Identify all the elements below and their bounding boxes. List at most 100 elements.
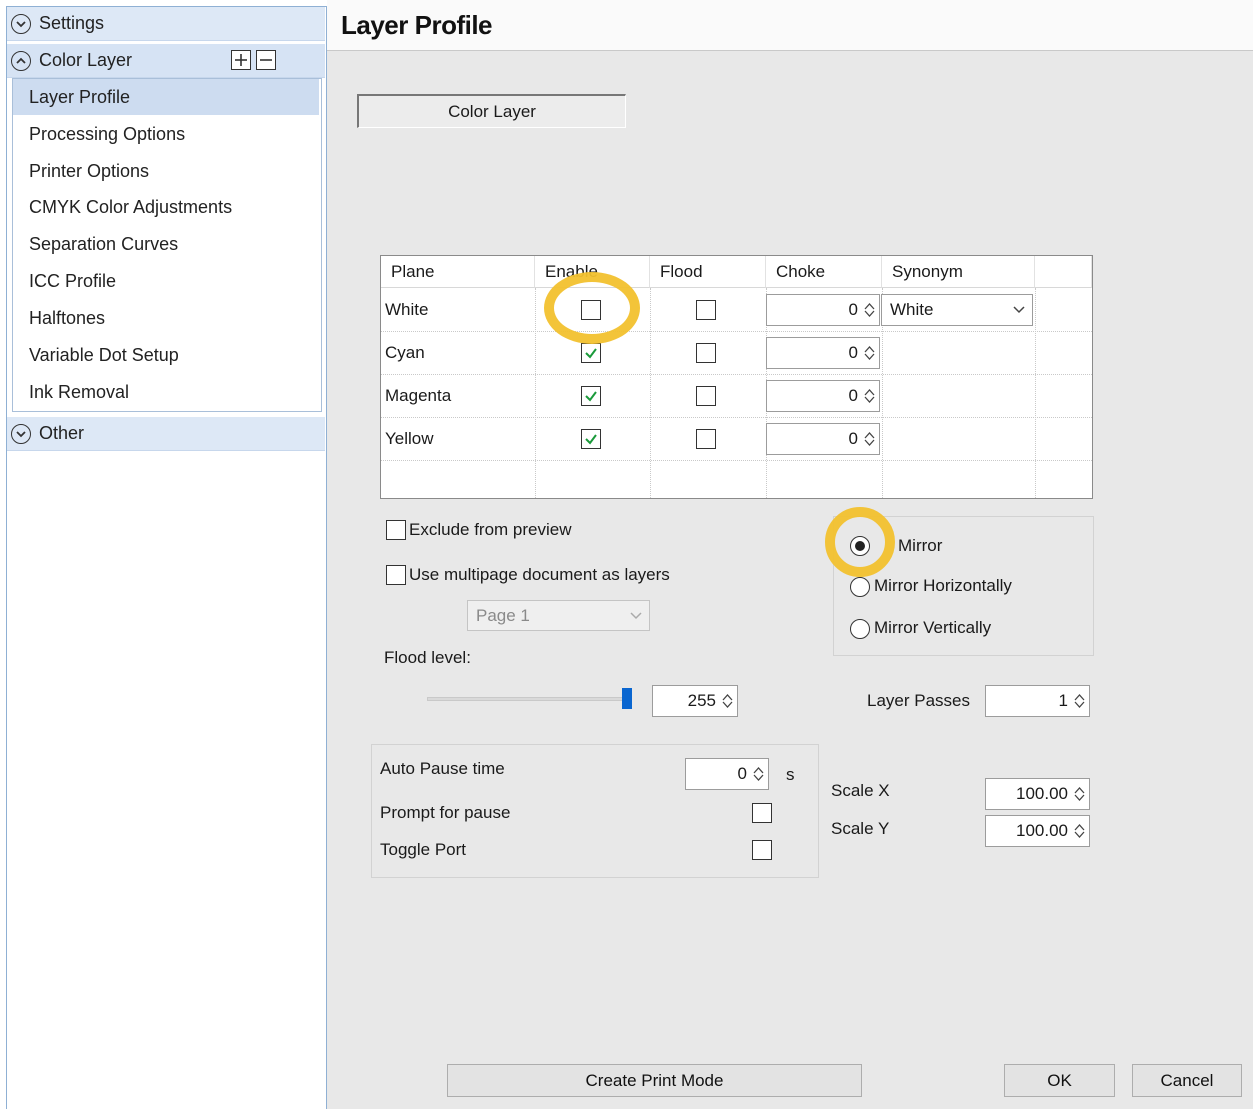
choke-spinner[interactable]: 0 <box>766 380 880 412</box>
settings-sidebar: Settings Color Layer Layer Profile Proce… <box>6 6 327 1109</box>
flood-level-slider-thumb[interactable] <box>622 688 632 709</box>
column-header-plane[interactable]: Plane <box>381 256 535 288</box>
spinner-arrows-icon[interactable] <box>861 296 877 324</box>
check-icon <box>585 434 597 445</box>
plane-name: Cyan <box>385 343 425 362</box>
spinner-arrows-icon[interactable] <box>1071 780 1087 808</box>
sidebar-item-icc-profile[interactable]: ICC Profile <box>13 263 319 299</box>
title-bar: Layer Profile <box>327 0 1253 51</box>
choke-value: 0 <box>848 386 858 405</box>
spinner-arrows-icon[interactable] <box>861 382 877 410</box>
chevron-down-icon[interactable] <box>11 13 31 34</box>
flood-checkbox[interactable] <box>696 300 716 320</box>
sidebar-item-layer-profile[interactable]: Layer Profile <box>13 79 319 115</box>
sidebar-item-processing-options[interactable]: Processing Options <box>13 116 319 152</box>
scale-x-spinner[interactable]: 100.00 <box>985 778 1090 810</box>
mirror-horizontally-label: Mirror Horizontally <box>874 576 1012 595</box>
settings-label: Settings <box>39 13 105 33</box>
toggle-port-label: Toggle Port <box>380 840 466 859</box>
multipage-label: Use multipage document as layers <box>409 565 670 584</box>
flood-level-label: Flood level: <box>384 648 471 667</box>
sidebar-item-separation-curves[interactable]: Separation Curves <box>13 226 319 262</box>
main-panel: Layer Profile Color Layer Plane Enable F… <box>327 0 1253 1109</box>
toggle-port-checkbox[interactable] <box>752 840 772 860</box>
chevron-down-icon[interactable] <box>11 423 31 444</box>
no-mirror-label: Mirror <box>898 536 943 555</box>
scale-y-spinner[interactable]: 100.00 <box>985 815 1090 847</box>
synonym-select[interactable]: White <box>881 294 1033 326</box>
ok-button[interactable]: OK <box>1004 1064 1115 1097</box>
column-header-synonym[interactable]: Synonym <box>882 256 1035 288</box>
sidebar-item-label: Layer Profile <box>29 86 131 107</box>
chevron-up-icon[interactable] <box>11 50 31 71</box>
choke-value: 0 <box>848 429 858 448</box>
grid-line <box>381 331 1092 332</box>
color-layer-section-header[interactable]: Color Layer <box>7 44 325 78</box>
grid-line <box>381 374 1092 375</box>
column-header-choke[interactable]: Choke <box>766 256 882 288</box>
add-layer-button[interactable] <box>231 50 251 70</box>
cancel-button[interactable]: Cancel <box>1132 1064 1242 1097</box>
sidebar-item-variable-dot-setup[interactable]: Variable Dot Setup <box>13 337 319 373</box>
multipage-checkbox[interactable] <box>386 565 406 585</box>
mirror-horizontally-radio[interactable] <box>850 577 870 597</box>
plane-name: Magenta <box>385 386 452 405</box>
prompt-pause-checkbox[interactable] <box>752 803 772 823</box>
flood-level-slider[interactable] <box>427 697 632 701</box>
column-header-flood[interactable]: Flood <box>650 256 766 288</box>
spinner-arrows-icon[interactable] <box>1071 817 1087 845</box>
spinner-arrows-icon[interactable] <box>861 425 877 453</box>
layer-passes-value: 1 <box>1058 691 1068 710</box>
highlight-circle <box>544 272 640 344</box>
sidebar-item-cmyk-color-adjustments[interactable]: CMYK Color Adjustments <box>13 189 319 225</box>
auto-pause-label: Auto Pause time <box>380 759 505 778</box>
enable-checkbox[interactable] <box>581 429 601 449</box>
auto-pause-value: 0 <box>737 764 747 783</box>
grid-line <box>650 288 651 498</box>
scale-x-value: 100.00 <box>1016 784 1068 803</box>
choke-spinner[interactable]: 0 <box>766 337 880 369</box>
choke-value: 0 <box>848 300 858 319</box>
chevron-down-icon <box>630 612 642 620</box>
page-title: Layer Profile <box>341 10 493 40</box>
spinner-arrows-icon[interactable] <box>719 687 735 715</box>
color-layer-items: Layer Profile Processing Options Printer… <box>12 78 322 412</box>
sidebar-item-label: Printer Options <box>29 160 150 181</box>
create-print-mode-button[interactable]: Create Print Mode <box>447 1064 862 1097</box>
spinner-arrows-icon[interactable] <box>861 339 877 367</box>
flood-checkbox[interactable] <box>696 386 716 406</box>
sidebar-item-halftones[interactable]: Halftones <box>13 300 319 336</box>
plane-name: White <box>385 300 429 319</box>
grid-line <box>1035 288 1036 498</box>
auto-pause-unit: s <box>786 765 795 784</box>
sidebar-item-label: Separation Curves <box>29 233 179 254</box>
sidebar-item-printer-options[interactable]: Printer Options <box>13 153 319 189</box>
check-icon <box>585 391 597 402</box>
choke-spinner[interactable]: 0 <box>766 423 880 455</box>
column-header-empty <box>1035 256 1092 288</box>
choke-spinner[interactable]: 0 <box>766 294 880 326</box>
color-layer-label: Color Layer <box>39 50 133 70</box>
layer-name-field[interactable]: Color Layer <box>357 94 626 128</box>
sidebar-item-ink-removal[interactable]: Ink Removal <box>13 374 319 410</box>
enable-checkbox[interactable] <box>581 343 601 363</box>
spinner-arrows-icon[interactable] <box>1071 687 1087 715</box>
plane-name: Yellow <box>385 429 434 448</box>
flood-checkbox[interactable] <box>696 343 716 363</box>
enable-checkbox[interactable] <box>581 386 601 406</box>
layer-passes-spinner[interactable]: 1 <box>985 685 1090 717</box>
spinner-arrows-icon[interactable] <box>750 760 766 788</box>
mirror-vertically-radio[interactable] <box>850 619 870 639</box>
sidebar-item-label: CMYK Color Adjustments <box>29 196 233 217</box>
grid-line <box>381 460 1092 461</box>
page-select: Page 1 <box>467 600 650 631</box>
highlight-circle <box>825 507 895 577</box>
flood-level-spinner[interactable]: 255 <box>652 685 738 717</box>
flood-checkbox[interactable] <box>696 429 716 449</box>
sidebar-item-label: Ink Removal <box>29 381 130 402</box>
auto-pause-spinner[interactable]: 0 <box>685 758 769 790</box>
settings-section-header[interactable]: Settings <box>7 7 325 41</box>
remove-layer-button[interactable] <box>256 50 276 70</box>
exclude-preview-checkbox[interactable] <box>386 520 406 540</box>
other-section-header[interactable]: Other <box>7 417 325 451</box>
